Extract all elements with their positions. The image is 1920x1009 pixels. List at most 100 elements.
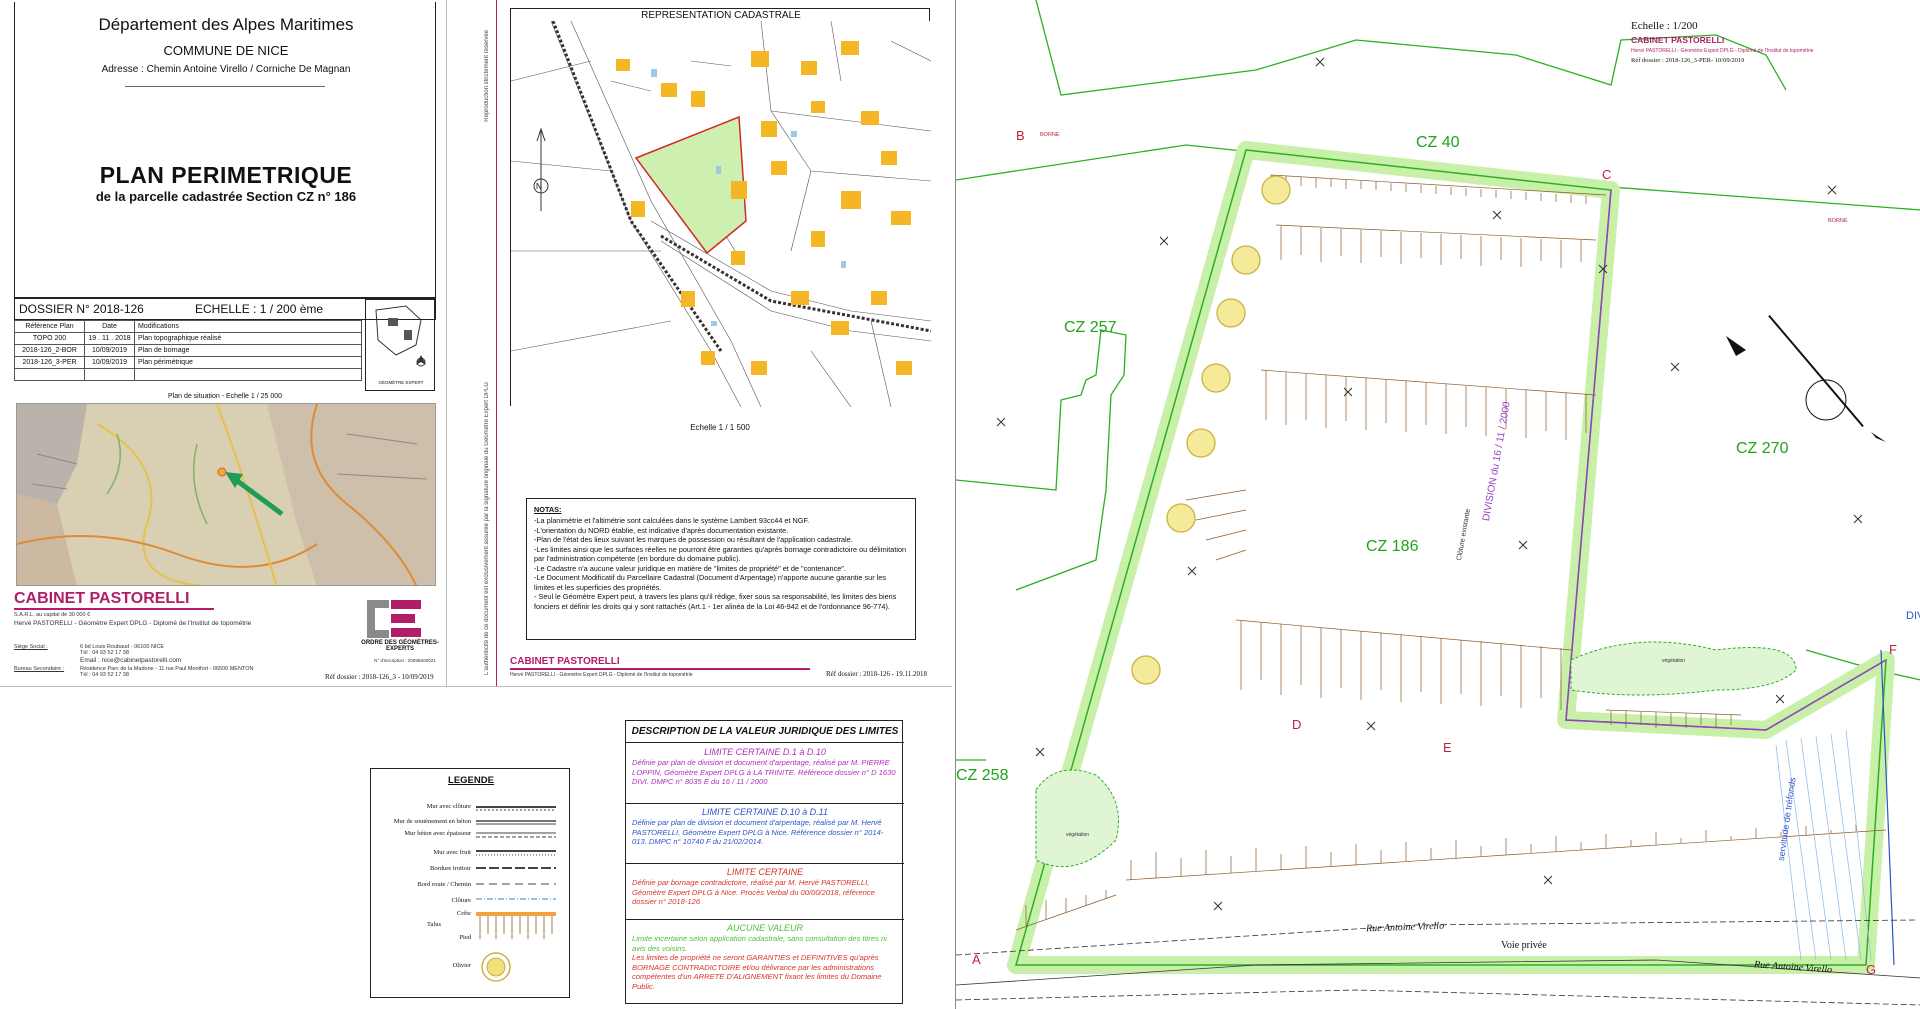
limit-head: LIMITE CERTAINE D.1 à D.10 [704, 747, 826, 757]
table-row: TOPO 200 19 . 11 . 2018 Plan topographiq… [14, 332, 362, 345]
cabinet-principal: Hervé PASTORELLI - Géomètre Expert DPLG … [14, 620, 252, 627]
department: Département des Alpes Maritimes [98, 15, 354, 34]
plan-cabinet-sub: Hervé PASTORELLI - Géomètre Expert DPLG … [1631, 48, 1814, 54]
road-label-voie-privee: Voie privée [1501, 940, 1547, 951]
point-a: A [972, 952, 981, 967]
note-item: -Le Document Modificatif du Parcellaire … [534, 573, 887, 592]
ordre-name: ORDRE DES GÉOMÈTRES-EXPERTS [361, 640, 439, 652]
limit-text: Limite incertaine selon application cada… [632, 934, 887, 953]
left-sheet: Département des Alpes Maritimes COMMUNE … [0, 0, 952, 1009]
perimeter-plan: Echelle : 1/200 CABINET PASTORELLI Hervé… [955, 0, 1920, 1009]
address-underline [125, 86, 325, 87]
note-item: -Plan de l'état des lieux suivant les ma… [534, 535, 853, 545]
division-edge-label: DIVI [1906, 610, 1920, 622]
table-header: Référence Plan [14, 320, 85, 333]
table-header-row: Référence Plan Date Modifications [14, 320, 362, 333]
point-c: C [1602, 167, 1612, 182]
bureau-tel: Tél : 04 93 52 17 38 [80, 672, 129, 678]
limit-text: Définie par bornage contradictoire, réal… [632, 878, 875, 907]
limit-block-d1-d10: LIMITE CERTAINE D.1 à D.10 Définie par p… [632, 747, 898, 787]
table-cell: Plan topographique réalisé [134, 332, 362, 345]
plan-scale: ECHELLE : 1 / 200 ème [195, 302, 324, 316]
cadastral-title: REPRESENTATION CADASTRALE [641, 10, 801, 21]
geometre-caption: GÉOMÈTRE EXPERT [378, 380, 424, 385]
legend-label: Bord route / Chemin [417, 881, 471, 888]
table-cell: TOPO 200 [14, 332, 85, 345]
ordre-inscription: N° d'inscription : 2009B200021 [374, 658, 436, 663]
cabinet-ref: Réf dossier : 2018-126_3 - 10/09/2019 [325, 673, 434, 681]
table-cell: 2018-126_2-BOR [14, 344, 85, 357]
modifications-table: Référence Plan Date Modifications TOPO 2… [14, 320, 362, 381]
sheet-margin-line [496, 0, 497, 686]
vertical-authenticity: L'authenticité de ce document est exclus… [484, 382, 490, 675]
table-cell: 2018-126_3-PER [14, 356, 85, 369]
table-header: Modifications [134, 320, 362, 333]
situation-caption: Plan de situation - Echelle 1 / 25 000 [167, 393, 283, 400]
limit-separator [626, 919, 904, 920]
cadastral-scale: Echelle 1 / 1 500 [690, 423, 750, 432]
legend-label: Mur de soutènement en béton [393, 818, 471, 825]
note-item: -La planimétrie et l'altimétrie sont cal… [534, 516, 810, 526]
legend-box: LEGENDE Mur avec clôture Mur de soutènem… [370, 768, 570, 998]
cadastre-cabinet-sub: Hervé PASTORELLI - Géomètre Expert DPLG … [510, 672, 693, 678]
sheet-divider [446, 0, 447, 686]
table-cell: 19 . 11 . 2018 [84, 332, 135, 345]
table-cell: Plan de bornage [134, 344, 362, 357]
cadastre-ref: Réf dossier : 2018-126 - 19.11.2018 [826, 670, 928, 678]
notes-box: NOTAS: -La planimétrie et l'altimétrie s… [526, 498, 916, 640]
vertical-reservation: Reproduction strictement réservée [484, 30, 490, 122]
legend-label: Clôture [451, 897, 472, 904]
legend-label: Talus [427, 921, 441, 928]
legend-label: Mur béton avec épaisseur [404, 830, 471, 837]
table-row: 2018-126_2-BOR 10/09/2019 Plan de bornag… [14, 344, 362, 357]
dossier-number: DOSSIER N° 2018-126 [19, 302, 144, 316]
bureau-label: Bureau Secondaire : [14, 666, 65, 672]
situation-map-image [17, 404, 435, 585]
cabinet-rule [14, 608, 214, 610]
table-header: Date [84, 320, 135, 333]
cabinet-capital: S.A.R.L. au capital de 30 000 € [14, 612, 91, 618]
situation-map [16, 403, 436, 586]
sheet-fold-line [0, 686, 952, 687]
legend-title: LEGENDE [448, 775, 494, 786]
cadastre-cabinet-rule [510, 668, 810, 670]
plan-subtitle: de la parcelle cadastrée Section CZ n° 1… [95, 189, 357, 204]
limit-separator [626, 803, 904, 804]
note-item: - Seul le Géomètre Expert peut, à traver… [534, 592, 897, 611]
cabinet-email[interactable]: Email : nice@cabinetpastorelli.com [80, 657, 181, 664]
ordre-logo-icon [367, 600, 421, 638]
limit-text: Définie par plan de division et document… [632, 818, 884, 847]
siege-tel: Tél : 04 93 52 17 38 [80, 650, 129, 656]
plan-title: PLAN PERIMETRIQUE [99, 162, 353, 188]
limit-block-aucune: AUCUNE VALEUR Limite incertaine selon ap… [632, 923, 898, 991]
parcel-cz-257: CZ 257 [1064, 319, 1117, 336]
legend-label: Olivier [452, 962, 471, 969]
address: Adresse : Chemin Antoine Virello / Corni… [101, 64, 351, 75]
point-g: G [1866, 962, 1877, 977]
borne-label-2: BORNE [1828, 218, 1848, 224]
north-label: N [536, 182, 542, 191]
limit-head: LIMITE CERTAINE D.10 à D.11 [701, 807, 829, 817]
geometre-stamp: GÉOMÈTRE EXPERT [365, 299, 435, 391]
parcel-cz-258: CZ 258 [956, 767, 1009, 784]
legend-label: Bordure trottoir [430, 865, 471, 872]
title-block: Département des Alpes Maritimes COMMUNE … [14, 2, 436, 298]
stamp-sketch-icon [375, 305, 426, 367]
limit-block-d10-d11: LIMITE CERTAINE D.10 à D.11 Définie par … [632, 807, 898, 847]
borne-label: BORNE [1040, 132, 1060, 138]
legend-label: Mur avec fruit [433, 849, 471, 856]
legend-label: Mur avec clôture [426, 803, 471, 810]
limit-separator [626, 863, 904, 864]
limit-block-bornage: LIMITE CERTAINE Définie par bornage cont… [632, 867, 898, 907]
point-d: D [1292, 717, 1302, 732]
plan-cabinet: CABINET PASTORELLI [1631, 35, 1725, 45]
cadastre-cabinet-name: CABINET PASTORELLI [510, 656, 620, 667]
legend-label: Crête [456, 910, 471, 917]
plan-scale: Echelle : 1/200 [1631, 20, 1698, 32]
point-b: B [1016, 128, 1025, 143]
parcel-cz-270: CZ 270 [1736, 440, 1789, 457]
table-row [14, 368, 362, 381]
limit-warning: Les limites de propriété ne seront GARAN… [632, 953, 882, 991]
notes-title: NOTAS: [534, 505, 562, 514]
limit-head: AUCUNE VALEUR [726, 923, 804, 933]
